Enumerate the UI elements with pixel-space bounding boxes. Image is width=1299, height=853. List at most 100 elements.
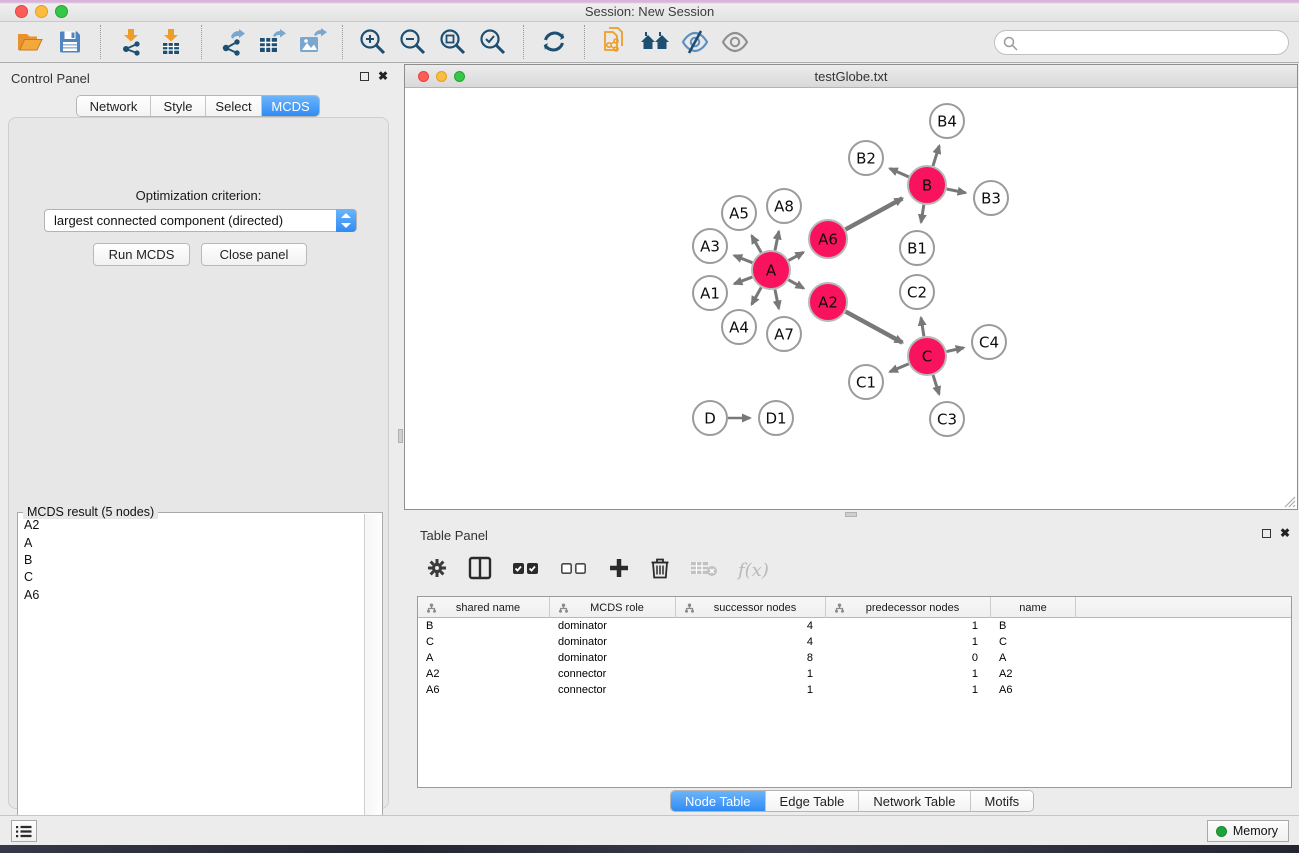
splitter-grip[interactable] — [398, 429, 403, 443]
graph-edge[interactable] — [921, 205, 924, 223]
status-bar: Memory — [0, 815, 1299, 845]
result-item[interactable]: A6 — [19, 587, 364, 604]
graph-edge[interactable] — [933, 375, 939, 394]
gear-icon[interactable] — [426, 557, 448, 584]
graph-edge[interactable] — [947, 189, 966, 193]
first-neighbors-icon[interactable] — [635, 24, 675, 60]
tab-style[interactable]: Style — [150, 96, 205, 116]
control-panel: Control Panel ✖ NetworkStyleSelectMCDS O… — [0, 63, 397, 815]
close-panel-icon[interactable]: ✖ — [1280, 526, 1290, 540]
hide-selected-icon[interactable] — [675, 24, 715, 60]
graph-node-label: C4 — [979, 333, 999, 351]
graph-edge[interactable] — [775, 231, 779, 250]
close-panel-button[interactable]: Close panel — [201, 243, 307, 266]
open-file-icon[interactable] — [10, 24, 50, 60]
graph-node-label: B4 — [937, 112, 957, 130]
control-panel-header: Control Panel ✖ — [0, 63, 397, 91]
table-row[interactable]: Adominator80A — [418, 650, 1291, 666]
float-panel-icon[interactable] — [360, 72, 369, 81]
tab-motifs[interactable]: Motifs — [970, 791, 1034, 811]
export-network-icon[interactable] — [212, 24, 252, 60]
apply-layout-icon[interactable] — [534, 24, 574, 60]
horizontal-splitter[interactable] — [404, 510, 1299, 520]
zoom-out-icon[interactable] — [393, 24, 433, 60]
tab-network-table[interactable]: Network Table — [858, 791, 969, 811]
tab-node-table[interactable]: Node Table — [671, 791, 765, 811]
delete-icon[interactable] — [650, 556, 670, 584]
resize-grip-icon[interactable] — [1283, 495, 1296, 508]
network-view-window: testGlobe.txt B4B2BB3A8A5A6A3B1AC2A1A2A4… — [404, 64, 1298, 510]
export-table-icon[interactable] — [252, 24, 292, 60]
result-item[interactable]: A — [19, 534, 364, 551]
column-header-MCDS-role[interactable]: MCDS role — [550, 597, 676, 618]
vertical-splitter[interactable] — [397, 63, 404, 815]
save-session-icon[interactable] — [50, 24, 90, 60]
mcds-result-list[interactable]: A2ABCA6 — [19, 517, 364, 851]
search-input[interactable] — [1023, 33, 1278, 52]
result-item[interactable]: A2 — [19, 517, 364, 534]
graph-edge[interactable] — [789, 252, 804, 260]
zoom-selected-icon[interactable] — [473, 24, 513, 60]
graph-edge[interactable] — [734, 256, 752, 263]
desktop-background — [0, 845, 1299, 853]
column-header-name[interactable]: name — [991, 597, 1076, 618]
tab-edge-table[interactable]: Edge Table — [765, 791, 859, 811]
result-item[interactable]: B — [19, 552, 364, 569]
graph-edge[interactable] — [752, 287, 761, 304]
search-field[interactable] — [994, 30, 1289, 55]
graph-edge[interactable] — [846, 312, 903, 343]
control-panel-title: Control Panel — [11, 71, 90, 86]
splitter-grip[interactable] — [845, 512, 857, 517]
criterion-dropdown[interactable]: largest connected component (directed) — [44, 209, 357, 232]
graph-edge[interactable] — [890, 364, 909, 372]
task-history-button[interactable] — [11, 820, 37, 842]
graph-edge[interactable] — [921, 318, 924, 337]
memory-button[interactable]: Memory — [1207, 820, 1289, 842]
select-all-icon[interactable] — [512, 559, 540, 582]
network-view-title: testGlobe.txt — [405, 69, 1297, 84]
tab-select[interactable]: Select — [205, 96, 261, 116]
graph-node-label: D — [704, 409, 716, 427]
result-item[interactable]: C — [19, 569, 364, 586]
application-window: Session: New Session — [0, 0, 1299, 853]
function-builder-icon[interactable]: f(x) — [738, 560, 769, 581]
table-row[interactable]: Cdominator41C — [418, 634, 1291, 650]
zoom-in-icon[interactable] — [353, 24, 393, 60]
result-scrollbar[interactable] — [364, 514, 381, 851]
graph-edge[interactable] — [734, 277, 752, 284]
graph-edge[interactable] — [752, 236, 761, 253]
table-header-row: shared nameMCDS rolesuccessor nodesprede… — [418, 597, 1291, 618]
column-header-predecessor-nodes[interactable]: predecessor nodes — [826, 597, 991, 618]
deselect-all-icon[interactable] — [560, 559, 588, 582]
graph-edge[interactable] — [788, 280, 803, 289]
add-icon[interactable] — [608, 557, 630, 584]
graph-edge[interactable] — [890, 169, 909, 177]
graph-edge[interactable] — [933, 146, 939, 166]
column-header-shared-name[interactable]: shared name — [418, 597, 550, 618]
network-window-titlebar[interactable]: testGlobe.txt — [405, 65, 1297, 88]
float-panel-icon[interactable] — [1262, 529, 1271, 538]
table-row[interactable]: A2connector11A2 — [418, 666, 1291, 682]
run-mcds-button[interactable]: Run MCDS — [93, 243, 190, 266]
graph-edge[interactable] — [846, 198, 903, 229]
close-panel-icon[interactable]: ✖ — [378, 69, 388, 83]
tab-network[interactable]: Network — [77, 96, 150, 116]
show-column-icon[interactable] — [468, 556, 492, 585]
column-header-successor-nodes[interactable]: successor nodes — [676, 597, 826, 618]
graph-edge[interactable] — [775, 290, 779, 309]
zoom-fit-icon[interactable] — [433, 24, 473, 60]
new-network-from-file-icon[interactable] — [595, 24, 635, 60]
table-row[interactable]: A6connector11A6 — [418, 682, 1291, 698]
graph-node-label: A8 — [774, 197, 794, 215]
show-all-icon[interactable] — [715, 24, 755, 60]
network-graph-canvas[interactable]: B4B2BB3A8A5A6A3B1AC2A1A2A4A7C4CC1C3DD1 — [405, 88, 1297, 509]
delete-table-icon[interactable] — [690, 558, 718, 583]
graph-node-label: C2 — [907, 283, 927, 301]
import-network-icon[interactable] — [111, 24, 151, 60]
import-table-icon[interactable] — [151, 24, 191, 60]
graph-edge[interactable] — [947, 348, 964, 352]
export-image-icon[interactable] — [292, 24, 332, 60]
shared-column-icon — [834, 603, 845, 613]
tab-mcds[interactable]: MCDS — [261, 96, 319, 116]
table-row[interactable]: Bdominator41B — [418, 618, 1291, 634]
